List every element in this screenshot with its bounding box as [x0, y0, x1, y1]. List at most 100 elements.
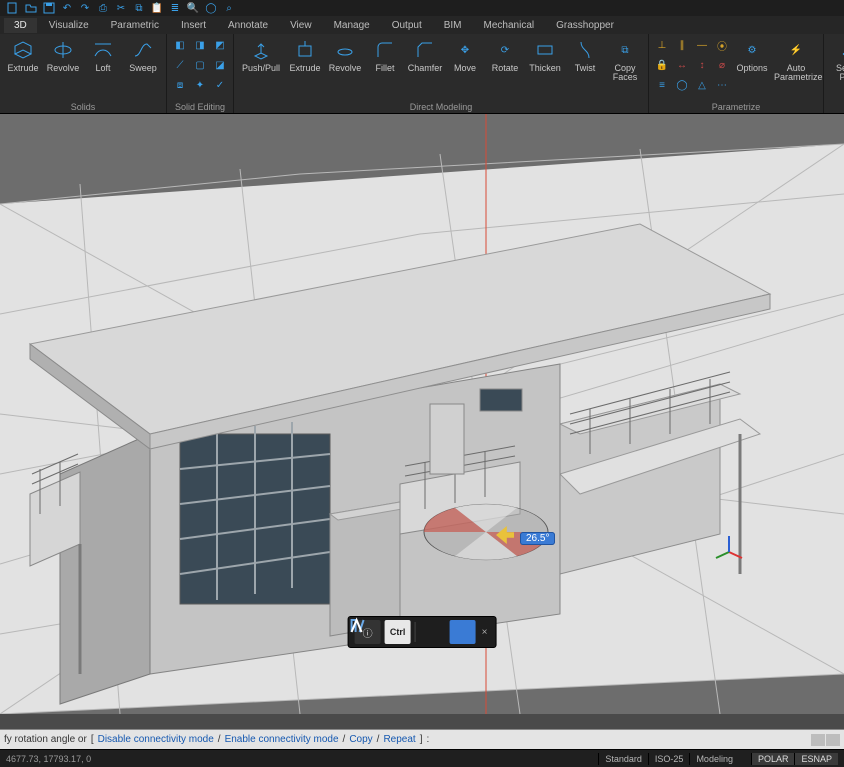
autoparam-button[interactable]: ⚡Auto Parametrize	[773, 36, 819, 82]
viewport-3d[interactable]: 26.5° ⓘ Ctrl ×	[0, 114, 844, 714]
constraint-3-icon[interactable]: —	[693, 36, 711, 54]
command-line[interactable]: fy rotation angle or [ Disable connectiv…	[0, 729, 844, 749]
constraint-8-icon[interactable]: ⌀	[713, 56, 731, 74]
constraint-1-icon[interactable]: ⊥	[653, 36, 671, 54]
quick-access-toolbar: ↶ ↷ ⎙ ✂ ⧉ 📋 ≣ 🔍 ◯ ⌕	[0, 0, 844, 16]
qat-undo-icon[interactable]: ↶	[60, 1, 74, 15]
constraint-11-icon[interactable]: △	[693, 76, 711, 94]
mini-check-icon[interactable]: ✓	[211, 76, 229, 94]
solid-editing-mini-grid: ◧ ◨ ◩ ⟋ ▢ ◪ ⧈ ✦ ✓	[171, 36, 229, 94]
float-close-button[interactable]: ×	[480, 627, 490, 638]
float-ctrl-button[interactable]: Ctrl	[385, 620, 411, 644]
status-mode[interactable]: Modeling	[689, 753, 739, 765]
param-options-button[interactable]: ⚙Options	[733, 36, 771, 73]
mini-subtract-icon[interactable]: ◨	[191, 36, 209, 54]
mini-separate-icon[interactable]: ⧈	[171, 76, 189, 94]
group-label-solid-editing: Solid Editing	[171, 101, 229, 113]
constraint-5-icon[interactable]: 🔒	[653, 56, 671, 74]
tab-view[interactable]: View	[280, 18, 322, 33]
dm-revolve-button[interactable]: Revolve	[326, 36, 364, 73]
tab-bim[interactable]: BIM	[434, 18, 472, 33]
qat-new-icon[interactable]	[6, 1, 20, 15]
fillet-button[interactable]: Fillet	[366, 36, 404, 73]
ribbon-group-sections: Section Plane ▦ ▤ ▥ Sections	[824, 34, 844, 113]
tab-mechanical[interactable]: Mechanical	[474, 18, 545, 33]
floating-toolbar[interactable]: ⓘ Ctrl ×	[348, 616, 497, 648]
constraint-12-icon[interactable]: ⋯	[713, 76, 731, 94]
mini-shell-icon[interactable]: ▢	[191, 56, 209, 74]
revolve-button[interactable]: Revolve	[44, 36, 82, 73]
qat-copy-icon[interactable]: ⧉	[132, 1, 146, 15]
group-label-solids: Solids	[4, 101, 162, 113]
mini-slice-icon[interactable]: ⟋	[171, 56, 189, 74]
status-coords: 4677.73, 17793.17, 0	[6, 754, 91, 764]
cmd-opt-enable[interactable]: Enable connectivity mode	[225, 734, 339, 745]
tab-grasshopper[interactable]: Grasshopper	[546, 18, 624, 33]
pushpull-button[interactable]: Push/Pull	[238, 36, 284, 73]
tab-output[interactable]: Output	[382, 18, 432, 33]
status-esnap[interactable]: ESNAP	[794, 753, 838, 765]
float-rotate-button[interactable]	[450, 620, 476, 644]
tab-insert[interactable]: Insert	[171, 18, 216, 33]
options-icon: ⚙	[740, 38, 764, 62]
constraint-6-icon[interactable]: ↔	[673, 56, 691, 74]
constraint-4-icon[interactable]: ⦿	[713, 36, 731, 54]
constraint-7-icon[interactable]: ↕	[693, 56, 711, 74]
extrude-button[interactable]: Extrude	[4, 36, 42, 73]
ribbon-group-solids: Extrude Revolve Loft Sweep Solids	[0, 34, 167, 113]
tab-3d[interactable]: 3D	[4, 18, 37, 33]
status-iso[interactable]: ISO-25	[648, 753, 690, 765]
tab-annotate[interactable]: Annotate	[218, 18, 278, 33]
pushpull-icon	[249, 38, 273, 62]
autoparam-icon: ⚡	[784, 38, 808, 62]
twist-button[interactable]: Twist	[566, 36, 604, 73]
status-polar[interactable]: POLAR	[751, 753, 795, 765]
constraint-10-icon[interactable]: ◯	[673, 76, 691, 94]
cmd-caret: :	[426, 734, 429, 745]
thicken-button[interactable]: Thicken	[526, 36, 564, 73]
loft-button[interactable]: Loft	[84, 36, 122, 73]
group-label-direct-modeling: Direct Modeling	[238, 101, 644, 113]
mini-imprint-icon[interactable]: ◪	[211, 56, 229, 74]
mini-intersect-icon[interactable]: ◩	[211, 36, 229, 54]
qat-plot-icon[interactable]: ⎙	[96, 1, 110, 15]
ucs-gizmo[interactable]	[714, 534, 744, 564]
mini-clean-icon[interactable]: ✦	[191, 76, 209, 94]
tab-visualize[interactable]: Visualize	[39, 18, 99, 33]
constraint-9-icon[interactable]: ≡	[653, 76, 671, 94]
loft-icon	[91, 38, 115, 62]
qat-layers-icon[interactable]: ≣	[168, 1, 182, 15]
twist-icon	[573, 38, 597, 62]
cmd-scroll[interactable]	[811, 734, 840, 746]
constraint-2-icon[interactable]: ∥	[673, 36, 691, 54]
qat-orbit-icon[interactable]: ◯	[204, 1, 218, 15]
qat-redo-icon[interactable]: ↷	[78, 1, 92, 15]
rotate-icon: ⟳	[493, 38, 517, 62]
group-label-sections: Sections	[828, 101, 844, 113]
qat-open-icon[interactable]	[24, 1, 38, 15]
qat-save-icon[interactable]	[42, 1, 56, 15]
tab-manage[interactable]: Manage	[324, 18, 380, 33]
move-icon: ✥	[453, 38, 477, 62]
copyfaces-button[interactable]: ⧉Copy Faces	[606, 36, 644, 82]
qat-paste-icon[interactable]: 📋	[150, 1, 164, 15]
sweep-button[interactable]: Sweep	[124, 36, 162, 73]
thicken-icon	[533, 38, 557, 62]
cmd-opt-disable[interactable]: Disable connectivity mode	[98, 734, 214, 745]
cmd-opt-copy[interactable]: Copy	[349, 734, 372, 745]
move-button[interactable]: ✥Move	[446, 36, 484, 73]
chamfer-button[interactable]: Chamfer	[406, 36, 444, 73]
dm-revolve-icon	[333, 38, 357, 62]
sectionplane-button[interactable]: Section Plane	[828, 36, 844, 82]
qat-zoom-icon[interactable]: 🔍	[186, 1, 200, 15]
dm-extrude-button[interactable]: Extrude	[286, 36, 324, 73]
float-align-button[interactable]	[420, 620, 446, 644]
rotate-button[interactable]: ⟳Rotate	[486, 36, 524, 73]
qat-search-icon[interactable]: ⌕	[222, 1, 236, 15]
cmd-opt-repeat[interactable]: Repeat	[383, 734, 415, 745]
tab-parametric[interactable]: Parametric	[101, 18, 169, 33]
status-bar: 4677.73, 17793.17, 0 Standard ISO-25 Mod…	[0, 749, 844, 767]
qat-cut-icon[interactable]: ✂	[114, 1, 128, 15]
status-standard[interactable]: Standard	[598, 753, 648, 765]
mini-union-icon[interactable]: ◧	[171, 36, 189, 54]
